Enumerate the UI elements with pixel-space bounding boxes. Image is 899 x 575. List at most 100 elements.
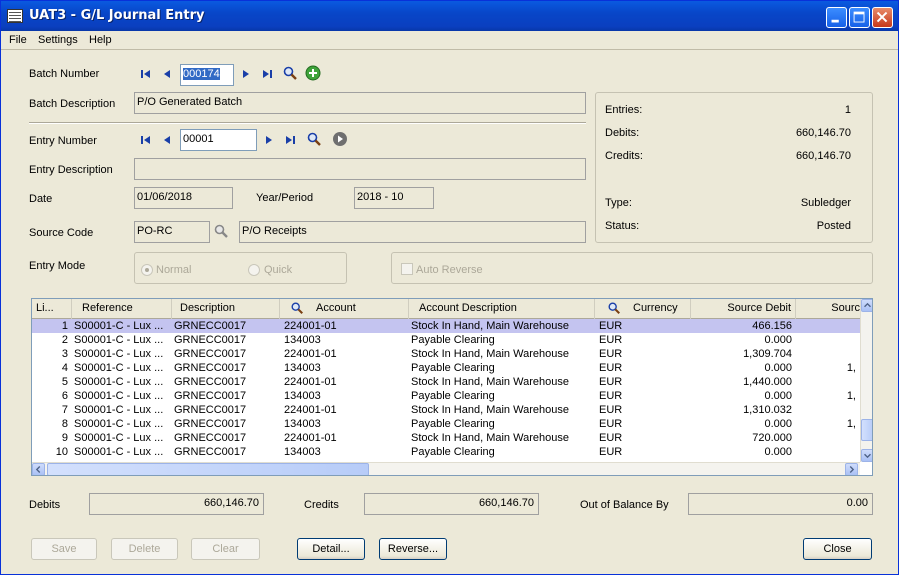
- cell-currency[interactable]: EUR: [595, 403, 691, 417]
- currency-finder-magnifier-icon[interactable]: [607, 301, 621, 315]
- cell-reference[interactable]: S00001-C - Lux ...: [72, 417, 172, 431]
- cell-account[interactable]: 224001-01: [280, 431, 409, 445]
- entry-next-record-icon[interactable]: [261, 132, 277, 148]
- scroll-down-button[interactable]: [861, 449, 872, 462]
- cell-source-debit[interactable]: 0.000: [691, 389, 796, 403]
- cell-source-credit[interactable]: [796, 375, 860, 389]
- cell-source-credit[interactable]: [796, 431, 860, 445]
- batch-number-input[interactable]: 000174: [180, 64, 234, 86]
- cell-account-description[interactable]: Payable Clearing: [409, 389, 595, 403]
- source-code-finder-magnifier-icon[interactable]: [213, 223, 229, 239]
- vertical-scroll-thumb[interactable]: [861, 419, 872, 441]
- cell-currency[interactable]: EUR: [595, 347, 691, 361]
- table-row[interactable]: 9 S00001-C - Lux ... GRNECC0017 224001-01 St…: [32, 431, 860, 445]
- cell-account-description[interactable]: Payable Clearing: [409, 333, 595, 347]
- cell-account[interactable]: 224001-01: [280, 347, 409, 361]
- col-header-description[interactable]: Description: [172, 299, 280, 319]
- cell-account-description[interactable]: Payable Clearing: [409, 445, 595, 459]
- cell-account[interactable]: 224001-01: [280, 403, 409, 417]
- cell-account-description[interactable]: Stock In Hand, Main Warehouse: [409, 431, 595, 445]
- cell-source-debit[interactable]: 466.156: [691, 319, 796, 333]
- entry-finder-magnifier-icon[interactable]: [306, 131, 322, 147]
- cell-source-debit[interactable]: 1,440.000: [691, 375, 796, 389]
- col-header-source-credit[interactable]: Sourc: [796, 299, 860, 319]
- scroll-right-button[interactable]: [845, 463, 858, 475]
- cell-source-debit[interactable]: 1,310.032: [691, 403, 796, 417]
- cell-source-credit[interactable]: [796, 347, 860, 361]
- cell-source-debit[interactable]: 0.000: [691, 333, 796, 347]
- batch-finder-magnifier-icon[interactable]: [282, 65, 298, 81]
- cell-description[interactable]: GRNECC0017: [172, 417, 280, 431]
- table-row[interactable]: 3 S00001-C - Lux ... GRNECC0017 224001-01 St…: [32, 347, 860, 361]
- next-record-icon[interactable]: [238, 66, 254, 82]
- cell-account[interactable]: 134003: [280, 417, 409, 431]
- cell-description[interactable]: GRNECC0017: [172, 431, 280, 445]
- scroll-left-button[interactable]: [32, 463, 45, 475]
- menu-file[interactable]: File: [9, 34, 27, 46]
- cell-source-credit[interactable]: 1,: [796, 361, 860, 375]
- cell-source-credit[interactable]: [796, 333, 860, 347]
- entry-previous-record-icon[interactable]: [159, 132, 175, 148]
- horizontal-scroll-thumb[interactable]: [47, 463, 369, 475]
- col-header-source-debit[interactable]: Source Debit: [691, 299, 796, 319]
- close-window-button[interactable]: [872, 7, 893, 28]
- entry-description-field[interactable]: [134, 158, 586, 180]
- clear-button[interactable]: Clear: [191, 538, 260, 560]
- cell-line[interactable]: 3: [32, 347, 72, 361]
- cell-line[interactable]: 8: [32, 417, 72, 431]
- journal-detail-grid[interactable]: Li... Reference Description Account Acco…: [31, 298, 873, 476]
- cell-description[interactable]: GRNECC0017: [172, 347, 280, 361]
- auto-reverse-checkbox[interactable]: [401, 263, 413, 275]
- save-button[interactable]: Save: [31, 538, 97, 560]
- cell-source-debit[interactable]: 1,309.704: [691, 347, 796, 361]
- mode-normal-radio[interactable]: [141, 264, 153, 276]
- menu-help[interactable]: Help: [89, 34, 112, 46]
- close-button[interactable]: Close: [803, 538, 872, 560]
- cell-description[interactable]: GRNECC0017: [172, 445, 280, 459]
- col-header-line[interactable]: Li...: [32, 299, 72, 319]
- cell-description[interactable]: GRNECC0017: [172, 403, 280, 417]
- cell-description[interactable]: GRNECC0017: [172, 319, 280, 333]
- cell-source-debit[interactable]: 720.000: [691, 431, 796, 445]
- cell-reference[interactable]: S00001-C - Lux ...: [72, 375, 172, 389]
- cell-line[interactable]: 4: [32, 361, 72, 375]
- cell-line[interactable]: 1: [32, 319, 72, 333]
- cell-account[interactable]: 134003: [280, 445, 409, 459]
- cell-account[interactable]: 224001-01: [280, 375, 409, 389]
- cell-source-credit[interactable]: [796, 445, 860, 459]
- table-row[interactable]: 2 S00001-C - Lux ... GRNECC0017 134003 Payab…: [32, 333, 860, 347]
- cell-account[interactable]: 134003: [280, 361, 409, 375]
- cell-line[interactable]: 10: [32, 445, 72, 459]
- delete-button[interactable]: Delete: [111, 538, 178, 560]
- cell-currency[interactable]: EUR: [595, 417, 691, 431]
- cell-source-debit[interactable]: 0.000: [691, 445, 796, 459]
- cell-source-credit[interactable]: 1,: [796, 389, 860, 403]
- cell-account[interactable]: 224001-01: [280, 319, 409, 333]
- reverse-button[interactable]: Reverse...: [379, 538, 447, 560]
- cell-currency[interactable]: EUR: [595, 333, 691, 347]
- table-row[interactable]: 4 S00001-C - Lux ... GRNECC0017 134003 Payab…: [32, 361, 860, 375]
- cell-line[interactable]: 7: [32, 403, 72, 417]
- cell-line[interactable]: 9: [32, 431, 72, 445]
- mode-quick-radio[interactable]: [248, 264, 260, 276]
- cell-account-description[interactable]: Stock In Hand, Main Warehouse: [409, 347, 595, 361]
- entry-first-record-icon[interactable]: [138, 132, 154, 148]
- go-icon[interactable]: [332, 131, 348, 147]
- cell-line[interactable]: 5: [32, 375, 72, 389]
- table-row[interactable]: 7 S00001-C - Lux ... GRNECC0017 224001-01 St…: [32, 403, 860, 417]
- cell-currency[interactable]: EUR: [595, 361, 691, 375]
- cell-description[interactable]: GRNECC0017: [172, 375, 280, 389]
- cell-source-debit[interactable]: 0.000: [691, 361, 796, 375]
- cell-source-credit[interactable]: 1,: [796, 417, 860, 431]
- cell-reference[interactable]: S00001-C - Lux ...: [72, 403, 172, 417]
- cell-reference[interactable]: S00001-C - Lux ...: [72, 445, 172, 459]
- cell-currency[interactable]: EUR: [595, 445, 691, 459]
- horizontal-scrollbar[interactable]: [32, 462, 860, 475]
- cell-source-debit[interactable]: 0.000: [691, 417, 796, 431]
- detail-button[interactable]: Detail...: [297, 538, 365, 560]
- cell-reference[interactable]: S00001-C - Lux ...: [72, 319, 172, 333]
- cell-line[interactable]: 6: [32, 389, 72, 403]
- menu-settings[interactable]: Settings: [38, 34, 78, 46]
- cell-description[interactable]: GRNECC0017: [172, 389, 280, 403]
- col-header-currency[interactable]: Currency: [595, 299, 691, 319]
